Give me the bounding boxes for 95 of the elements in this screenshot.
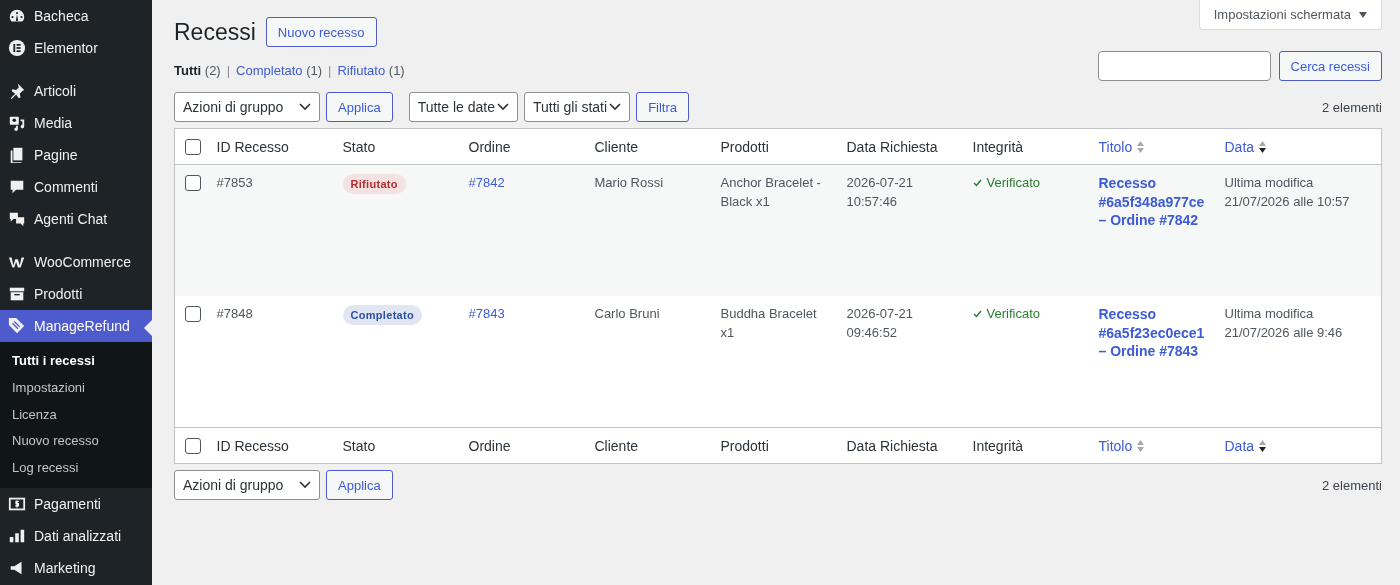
table-cell: Buddha Bracelet x1 (720, 306, 817, 340)
table-cell-text: 2026-07-21 (846, 305, 914, 323)
column-header: Ordine (468, 138, 511, 155)
table-cell: #7848 (216, 306, 253, 321)
column-header: Prodotti (720, 437, 769, 454)
integrity-status: Verificato (986, 305, 1040, 323)
sortable-column-header[interactable]: Titolo (1098, 138, 1146, 155)
menu-item-icon (8, 495, 26, 513)
sidebar-item[interactable]: Commenti (0, 171, 152, 203)
column-header: Cliente (594, 138, 639, 155)
view-filter-link[interactable]: Completato (1) (236, 63, 323, 78)
column-header: Stato (342, 437, 376, 454)
check-icon (972, 179, 982, 188)
chevron-down-icon (299, 103, 311, 111)
sidebar-item[interactable]: Pagine (0, 139, 152, 171)
page-title: Recessi (174, 19, 256, 46)
sidebar-item[interactable]: Bacheca (0, 0, 152, 32)
chevron-down-icon (609, 103, 622, 111)
table-cell-text: Ultima modifica (1224, 174, 1315, 192)
bulk-actions-select[interactable]: Azioni di gruppo (174, 470, 320, 500)
sidebar-item[interactable]: ManageRefund (0, 310, 152, 342)
apply-button[interactable]: Applica (326, 92, 393, 122)
separator: | (226, 63, 231, 78)
search-field[interactable] (1097, 51, 1271, 81)
menu-item-icon (8, 39, 26, 57)
apply-button[interactable]: Applica (326, 470, 393, 500)
separator: | (328, 63, 332, 78)
item-count: 2 elementi (1322, 99, 1382, 115)
status-badge: Completato (342, 305, 422, 325)
column-header: Integrità (972, 138, 1024, 155)
sortable-column-header[interactable]: Data (1224, 138, 1268, 155)
sidebar-item[interactable]: Elementor (0, 32, 152, 64)
date-filter-select[interactable]: Tutte le date (408, 92, 518, 122)
select-all-checkbox[interactable] (185, 437, 201, 454)
submenu-item[interactable]: Licenza (0, 401, 152, 429)
table-cell-text: 09:46:52 (846, 323, 899, 342)
column-header: Ordine (468, 437, 511, 454)
table-cell: Anchor Bracelet - Black x1 (720, 175, 821, 209)
title-link[interactable]: Recesso #6a5f23ec0ece1 – Ordine #7843 (1098, 305, 1205, 361)
column-header: Data Richiesta (846, 138, 938, 155)
menu-item-icon (8, 82, 26, 100)
column-header: Cliente (594, 437, 639, 454)
sidebar-item[interactable]: Dati analizzati (0, 520, 152, 552)
order-link[interactable]: #7842 (468, 175, 505, 190)
integrity-status: Verificato (986, 174, 1040, 192)
menu-item-icon (8, 285, 26, 303)
table-cell: #7853 (216, 175, 253, 190)
submenu-item[interactable]: Log recessi (0, 455, 152, 482)
sortable-column-header[interactable]: Titolo (1098, 437, 1146, 454)
submenu-item[interactable]: Nuovo recesso (0, 428, 152, 456)
column-header: Integrità (972, 437, 1024, 454)
submenu-item[interactable]: Impostazioni (0, 374, 152, 402)
table-cell-text: 10:57:46 (846, 192, 899, 211)
menu-item-icon (8, 527, 26, 545)
sidebar-item[interactable]: Prodotti (0, 278, 152, 310)
row-checkbox[interactable] (185, 306, 201, 322)
item-count: 2 elementi (1322, 477, 1382, 493)
sidebar-item[interactable]: Agenti Chat (0, 203, 152, 235)
column-header: ID Recesso (216, 437, 289, 454)
column-header: Prodotti (720, 138, 769, 155)
view-filter-link[interactable]: Rifiutato (1) (337, 63, 405, 78)
table-cell: Carlo Bruni (594, 306, 660, 321)
order-link[interactable]: #7843 (468, 306, 505, 321)
bulk-actions-select[interactable]: Azioni di gruppo (174, 92, 320, 122)
table-cell: Mario Rossi (594, 175, 664, 190)
sidebar-item[interactable]: Media (0, 107, 152, 139)
check-icon (972, 310, 982, 319)
table-cell-text: 2026-07-21 (846, 174, 914, 192)
sortable-column-header[interactable]: Data (1224, 437, 1268, 454)
select-all-checkbox[interactable] (185, 138, 201, 155)
column-header: ID Recesso (216, 138, 289, 155)
status-badge: Rifiutato (342, 174, 406, 194)
menu-item-icon (8, 317, 26, 335)
screen-options-button[interactable]: Impostazioni schermata (1198, 0, 1382, 30)
chevron-down-icon (299, 481, 311, 489)
view-filter-link[interactable]: Tutti (2) (174, 63, 221, 78)
filter-button[interactable]: Filtra (636, 92, 689, 122)
add-new-button[interactable]: Nuovo recesso (265, 17, 377, 47)
sidebar-item[interactable]: Articoli (0, 75, 152, 107)
table-cell-text: 21/07/2026 alle 10:57 (1224, 192, 1351, 211)
sidebar-item[interactable]: Marketing (0, 552, 152, 584)
column-header: Data Richiesta (846, 437, 938, 454)
status-filter-select[interactable]: Tutti gli stati (523, 92, 631, 122)
column-header: Stato (342, 138, 376, 155)
search-button[interactable]: Cerca recessi (1278, 51, 1382, 81)
sidebar-item[interactable]: Pagamenti (0, 488, 152, 520)
table-cell-text: 21/07/2026 alle 9:46 (1224, 323, 1344, 342)
submenu-item[interactable]: Tutti i recessi (0, 348, 152, 375)
menu-item-icon (8, 210, 26, 228)
table-cell-text: Ultima modifica (1224, 305, 1315, 323)
row-checkbox[interactable] (185, 175, 201, 191)
menu-item-icon (8, 114, 26, 132)
chevron-down-icon (496, 103, 509, 111)
sidebar-item[interactable]: WooCommerce (0, 246, 152, 278)
dropdown-triangle-icon (1359, 11, 1367, 18)
